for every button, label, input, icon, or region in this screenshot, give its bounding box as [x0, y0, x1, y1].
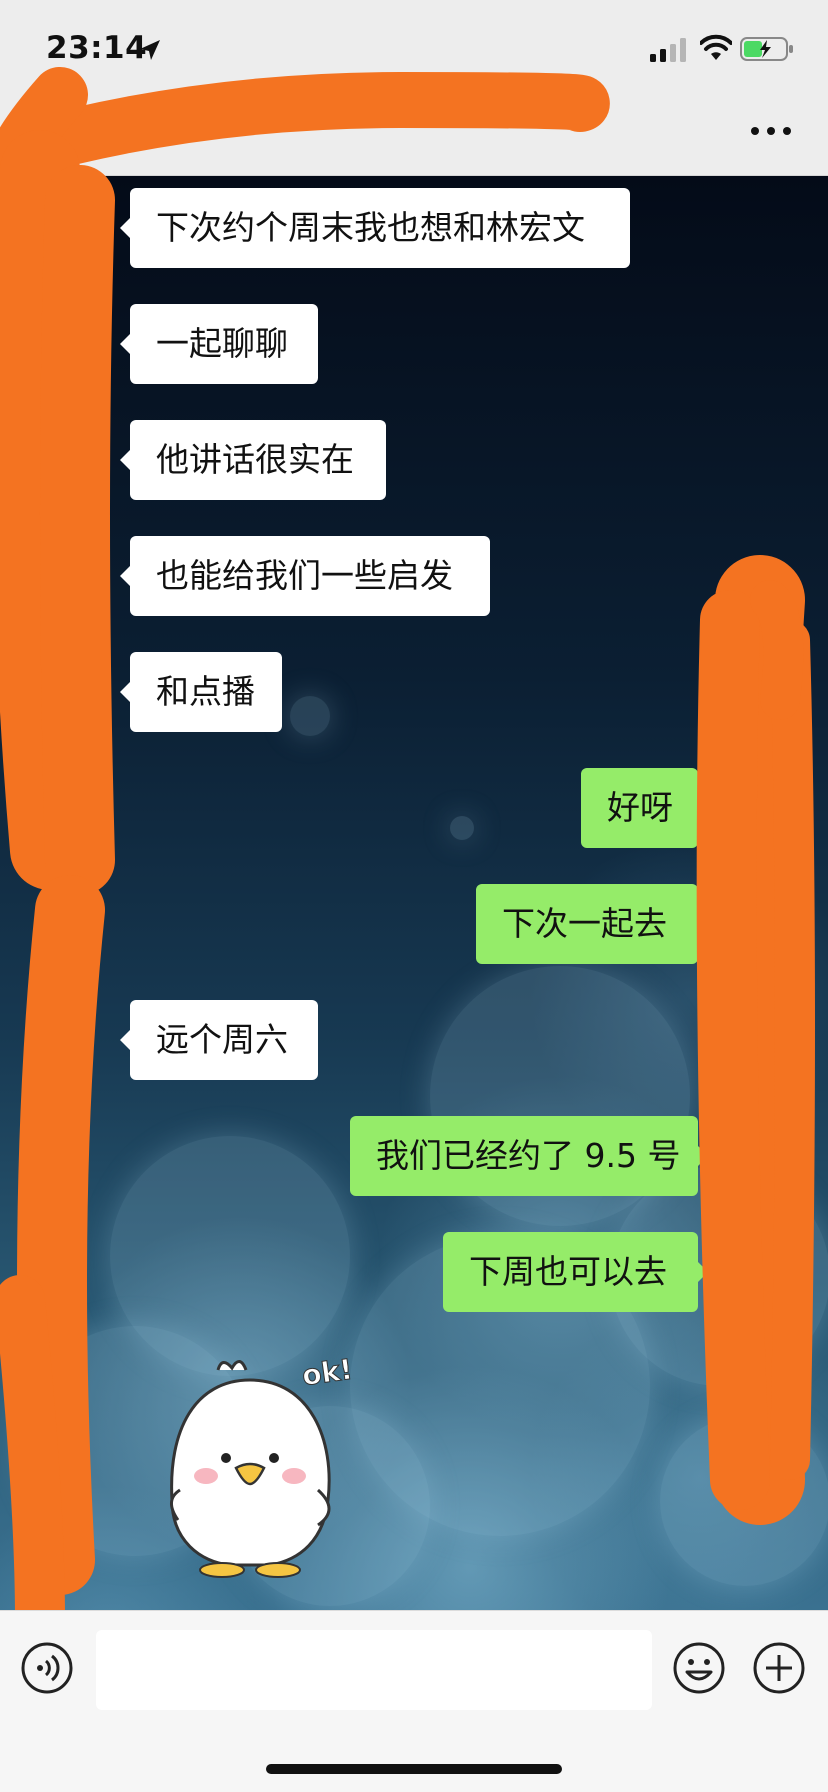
message-bubble-incoming[interactable]: 也能给我们一些启发 [120, 536, 490, 616]
wifi-icon [700, 34, 732, 60]
message-bubble-incoming[interactable]: 和点播 [120, 652, 282, 732]
signal-icon [650, 38, 686, 62]
emoji-icon[interactable] [672, 1641, 726, 1695]
message-bubble-incoming[interactable]: 一起聊聊 [120, 304, 318, 384]
sticker-caption: ok! [299, 1352, 355, 1393]
message-bubble-outgoing[interactable]: 我们已经约了 9.5 号 [350, 1116, 708, 1196]
chat-header [0, 95, 828, 176]
message-bubble-incoming[interactable]: 他讲话很实在 [120, 420, 386, 500]
battery-charging-icon [740, 37, 793, 61]
chat-background [0, 176, 828, 1610]
message-bubble-outgoing[interactable]: 下周也可以去 [443, 1232, 708, 1312]
voice-icon[interactable] [20, 1641, 74, 1695]
message-input[interactable] [96, 1630, 652, 1710]
home-indicator[interactable] [266, 1764, 562, 1774]
location-arrow-icon [140, 40, 160, 60]
status-bar: 23:14 [0, 0, 828, 95]
message-bubble-outgoing[interactable]: 下次一起去 [476, 884, 708, 964]
wechat-chat-screen: 23:14 下次约个周末我也想和林宏文 一起聊聊 他讲话很实在 也能给我们一些启… [0, 0, 828, 1792]
more-icon[interactable] [750, 126, 792, 136]
status-time: 23:14 [46, 30, 148, 66]
message-bubble-incoming[interactable]: 远个周六 [120, 1000, 318, 1080]
message-bubble-incoming[interactable]: 下次约个周末我也想和林宏文 [120, 188, 630, 268]
message-bubble-outgoing[interactable]: 好呀 [581, 768, 708, 848]
plus-icon[interactable] [752, 1641, 806, 1695]
